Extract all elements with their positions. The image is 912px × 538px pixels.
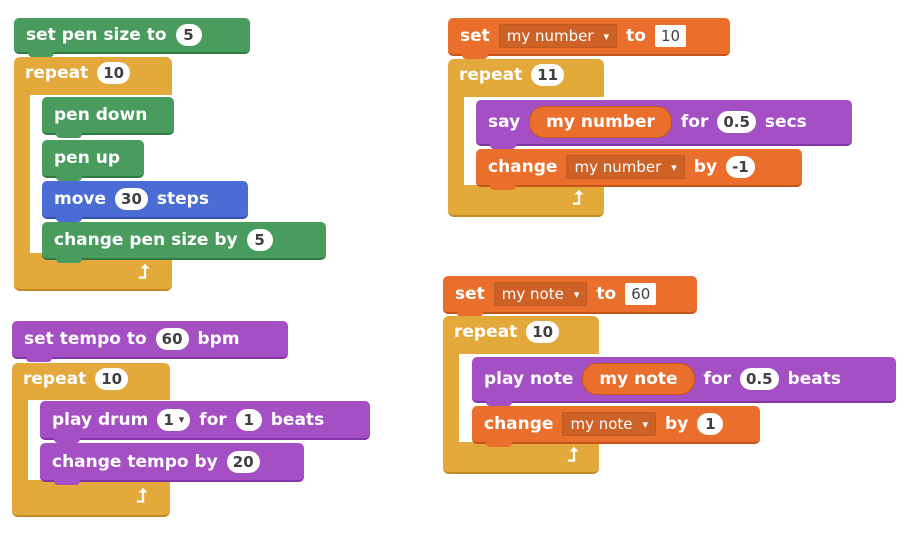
block-label: play drum xyxy=(52,409,149,430)
block-label-suffix: bpm xyxy=(197,329,240,349)
repeat-block-music[interactable]: repeat 10 ⮥ xyxy=(12,363,170,517)
chevron-down-icon: ▾ xyxy=(603,29,610,43)
block-label-suffix: steps xyxy=(156,189,209,209)
secs-input[interactable]: 0.5 xyxy=(717,111,756,133)
drum-dropdown[interactable]: 1 ▾ xyxy=(157,408,191,431)
drum-value: 1 xyxy=(163,410,174,429)
variable-name: my note xyxy=(570,415,633,433)
block-label: set pen size to xyxy=(26,25,167,45)
repeat-header: repeat 10 xyxy=(454,321,560,343)
change-value-input[interactable]: -1 xyxy=(726,156,755,178)
repeat-count-input[interactable]: 11 xyxy=(531,64,565,86)
loop-arrow-icon: ⮥ xyxy=(567,444,579,466)
move-steps-block[interactable]: move 30 steps xyxy=(42,181,248,222)
pen-up-block[interactable]: pen up xyxy=(42,140,144,181)
block-label: repeat xyxy=(25,63,89,83)
set-variable-block[interactable]: set my number ▾ to 10 xyxy=(448,18,730,59)
pen-down-block[interactable]: pen down xyxy=(42,97,174,138)
repeat-count-input[interactable]: 10 xyxy=(95,368,129,390)
change-variable-block[interactable]: change my number ▾ by -1 xyxy=(476,149,802,190)
block-label: play note xyxy=(484,369,574,389)
pen-size-input[interactable]: 5 xyxy=(175,24,202,46)
set-pen-size-block[interactable]: set pen size to 5 xyxy=(14,18,250,57)
variable-dropdown[interactable]: my note ▾ xyxy=(562,412,657,436)
chevron-down-icon: ▾ xyxy=(178,413,185,426)
loop-arrow-icon: ⮥ xyxy=(136,485,148,507)
loop-arrow-icon: ⮥ xyxy=(572,187,584,209)
block-label: repeat xyxy=(23,369,87,389)
block-label-mid: for xyxy=(680,112,709,132)
value-input[interactable]: 10 xyxy=(654,25,687,47)
change-variable-block[interactable]: change my note ▾ by 1 xyxy=(472,406,760,447)
block-label-suffix: beats xyxy=(787,369,842,389)
chevron-down-icon: ▾ xyxy=(573,287,580,301)
beats-input[interactable]: 1 xyxy=(235,408,262,431)
value-input[interactable]: 60 xyxy=(625,283,657,305)
variable-reporter[interactable]: my number xyxy=(529,106,672,138)
block-label: set xyxy=(460,26,490,46)
block-label: move xyxy=(54,189,107,209)
change-pen-size-block[interactable]: change pen size by 5 xyxy=(42,222,326,263)
variable-dropdown[interactable]: my number ▾ xyxy=(498,24,618,48)
block-label: set xyxy=(455,284,485,304)
set-variable-block[interactable]: set my note ▾ to 60 xyxy=(443,276,697,317)
tempo-input[interactable]: 60 xyxy=(155,328,189,350)
repeat-header: repeat 11 xyxy=(459,64,565,86)
variable-dropdown[interactable]: my note ▾ xyxy=(493,282,588,306)
block-label: change xyxy=(484,414,554,434)
chevron-down-icon: ▾ xyxy=(671,160,677,174)
beats-input[interactable]: 0.5 xyxy=(740,368,779,390)
say-for-secs-block[interactable]: say my number for 0.5 secs xyxy=(476,100,852,149)
loop-arrow-icon: ⮥ xyxy=(138,261,150,283)
block-label: repeat xyxy=(459,65,523,85)
block-label: say xyxy=(488,112,521,132)
play-note-block[interactable]: play note my note for 0.5 beats xyxy=(472,357,896,406)
block-label-suffix: beats xyxy=(270,409,325,430)
repeat-count-input[interactable]: 10 xyxy=(526,321,560,343)
block-label-mid: to xyxy=(626,26,646,46)
play-drum-block[interactable]: play drum 1 ▾ for 1 beats xyxy=(40,401,370,443)
block-label: set tempo to xyxy=(24,329,147,349)
variable-name: my number xyxy=(506,27,594,45)
repeat-header: repeat 10 xyxy=(23,368,129,390)
block-label: pen down xyxy=(54,105,148,125)
repeat-header: repeat 10 xyxy=(25,62,131,84)
block-label: repeat xyxy=(454,322,518,342)
block-label-mid: for xyxy=(199,409,227,430)
change-tempo-block[interactable]: change tempo by 20 xyxy=(40,443,304,485)
block-label-mid: by xyxy=(693,157,718,177)
repeat-count-input[interactable]: 10 xyxy=(97,62,131,84)
block-label-mid: by xyxy=(665,414,689,434)
pen-size-change-input[interactable]: 5 xyxy=(246,229,273,251)
steps-input[interactable]: 30 xyxy=(115,188,148,210)
block-label: change xyxy=(488,157,558,177)
block-label-mid: to xyxy=(596,284,617,304)
block-label: change pen size by xyxy=(54,230,238,250)
set-tempo-block[interactable]: set tempo to 60 bpm xyxy=(12,321,288,362)
change-value-input[interactable]: 1 xyxy=(697,413,724,435)
variable-name: my note xyxy=(501,285,564,303)
variable-name: my number xyxy=(574,158,662,176)
chevron-down-icon: ▾ xyxy=(642,417,649,431)
block-label: pen up xyxy=(54,148,120,168)
tempo-change-input[interactable]: 20 xyxy=(226,450,260,473)
block-label-mid: for xyxy=(703,369,732,389)
block-label: change tempo by xyxy=(52,451,218,472)
variable-dropdown[interactable]: my number ▾ xyxy=(566,155,685,179)
variable-reporter[interactable]: my note xyxy=(582,363,695,395)
block-label-suffix: secs xyxy=(764,112,807,132)
